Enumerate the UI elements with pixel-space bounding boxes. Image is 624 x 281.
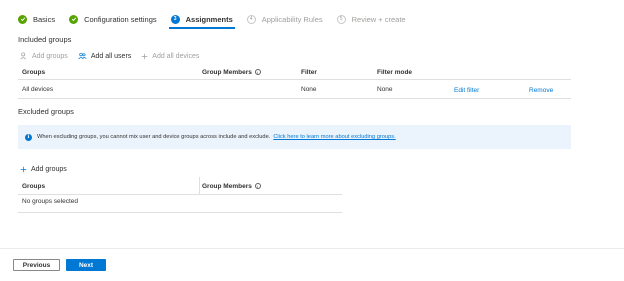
step-label: Assignments: [185, 14, 233, 24]
add-groups-label: Add groups: [32, 52, 68, 60]
excluded-groups-table: Groups Group Members i No groups selecte…: [18, 177, 342, 213]
step-review-create[interactable]: 5 Review + create: [336, 12, 406, 26]
empty-message: No groups selected: [22, 198, 79, 205]
excluded-groups-title: Excluded groups: [18, 107, 74, 116]
wizard-steps: Basics Configuration settings 3 Assignme…: [18, 12, 420, 29]
column-header-group-members[interactable]: Group Members i: [202, 69, 261, 76]
step-assignments[interactable]: 3 Assignments: [168, 12, 235, 29]
filter-value: None: [301, 86, 317, 93]
step-number: 3: [170, 14, 180, 24]
group-members-label: Group Members: [202, 69, 252, 76]
add-all-devices-label: Add all devices: [152, 52, 200, 60]
included-groups-title: Included groups: [18, 35, 72, 44]
info-icon: i: [254, 183, 261, 189]
group-members-label: Group Members: [202, 183, 252, 190]
add-groups-button[interactable]: Add groups: [20, 52, 68, 60]
step-configuration-settings[interactable]: Configuration settings: [69, 12, 157, 26]
people-icon: [78, 52, 87, 60]
included-toolbar: Add groups Add all users Add all devices: [20, 50, 209, 62]
step-label: Applicability Rules: [261, 14, 323, 24]
step-label: Basics: [33, 14, 56, 24]
row-divider: [18, 212, 342, 213]
remove-link[interactable]: Remove: [529, 87, 553, 94]
add-groups-label: Add groups: [31, 165, 67, 173]
filter-mode-value: None: [377, 86, 393, 93]
previous-button[interactable]: Previous: [13, 259, 60, 271]
check-icon: [18, 14, 27, 24]
plus-icon: [20, 166, 27, 173]
header-divider: [18, 79, 571, 80]
column-header-groups[interactable]: Groups: [22, 183, 45, 190]
add-all-devices-button[interactable]: Add all devices: [141, 53, 199, 60]
check-icon: [69, 14, 79, 24]
included-groups-table: Groups Group Members i Filter Filter mod…: [18, 63, 571, 103]
step-number: 5: [336, 14, 346, 24]
plus-icon: [141, 53, 148, 60]
info-icon: i: [25, 133, 32, 141]
step-applicability-rules[interactable]: 4 Applicability Rules: [246, 12, 323, 26]
add-all-users-button[interactable]: Add all users: [78, 52, 131, 60]
column-header-groups[interactable]: Groups: [22, 69, 45, 76]
step-label: Review + create: [351, 14, 406, 24]
column-divider: [199, 177, 200, 194]
excluded-toolbar: Add groups: [20, 163, 77, 175]
add-all-users-label: Add all users: [90, 52, 132, 60]
person-add-icon: [20, 52, 28, 60]
step-label: Configuration settings: [84, 14, 157, 24]
column-header-filter-mode[interactable]: Filter mode: [377, 69, 412, 76]
step-basics[interactable]: Basics: [18, 12, 55, 26]
wizard-footer: Previous Next: [0, 248, 624, 281]
learn-more-link[interactable]: Click here to learn more about excluding…: [273, 134, 395, 140]
group-name: All devices: [22, 86, 54, 93]
add-groups-button[interactable]: Add groups: [20, 166, 67, 173]
header-divider: [18, 194, 342, 195]
edit-filter-link[interactable]: Edit filter: [454, 87, 479, 94]
info-icon: i: [254, 69, 261, 75]
step-number: 4: [246, 14, 256, 24]
exclusion-info-bar: i When excluding groups, you cannot mix …: [18, 125, 571, 149]
info-message: When excluding groups, you cannot mix us…: [37, 134, 271, 140]
column-header-group-members[interactable]: Group Members i: [202, 183, 261, 190]
next-button[interactable]: Next: [66, 259, 106, 271]
column-header-filter[interactable]: Filter: [301, 69, 317, 76]
row-divider: [18, 98, 571, 99]
